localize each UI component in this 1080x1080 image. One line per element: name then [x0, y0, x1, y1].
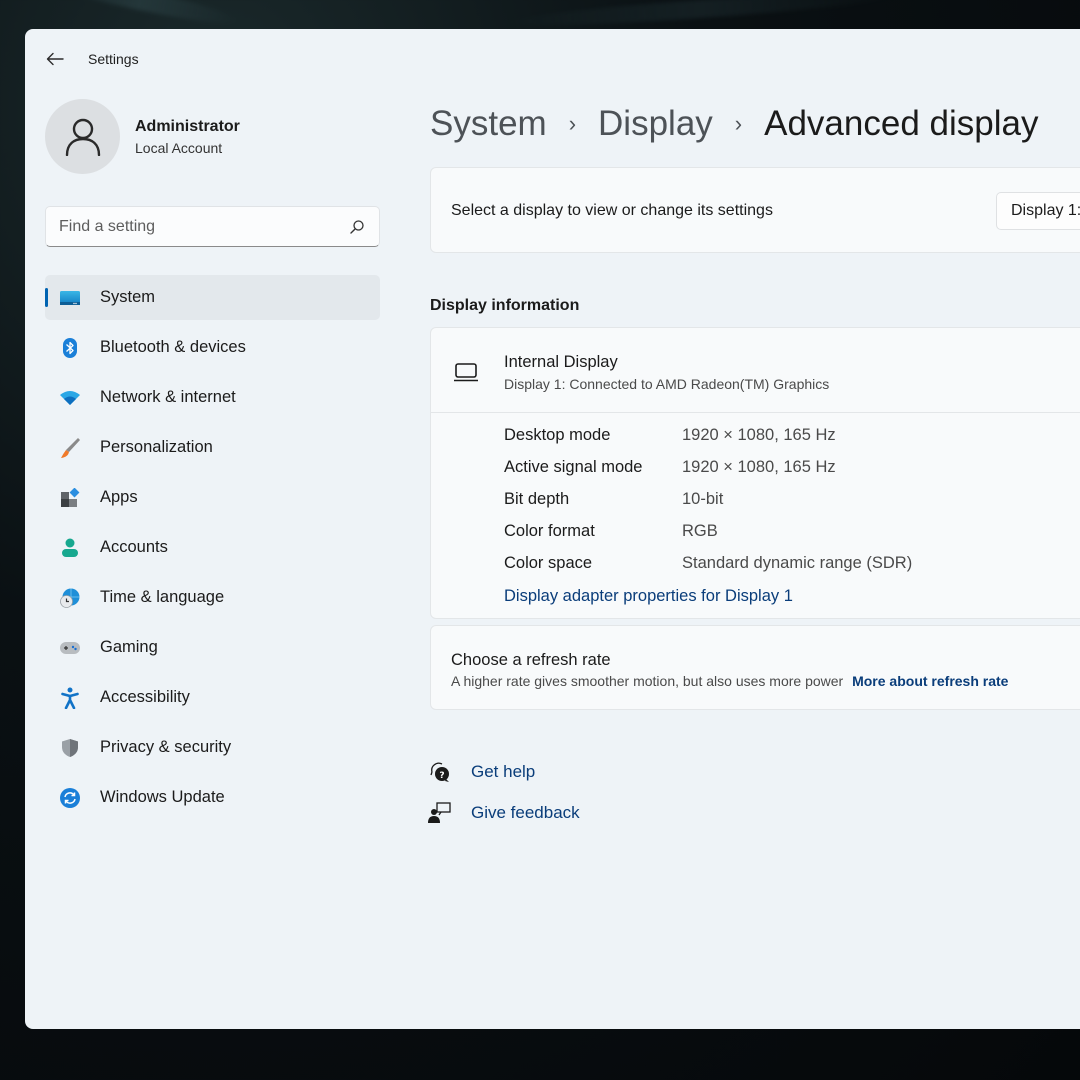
sidebar-item-label: Accounts [100, 538, 168, 556]
sidebar-item-label: Windows Update [100, 788, 225, 806]
sidebar-item-label: Network & internet [100, 388, 236, 406]
breadcrumb-display[interactable]: Display [598, 104, 713, 144]
profile-account-type: Local Account [135, 140, 223, 156]
select-display-card: Select a display to view or change its s… [430, 167, 1080, 253]
give-feedback-label: Give feedback [471, 802, 580, 822]
sidebar-item-label: Time & language [100, 588, 225, 606]
bluetooth-icon [59, 337, 81, 359]
settings-window: Settings Administrator Local Account Fin… [25, 29, 1080, 1029]
wifi-icon [59, 387, 81, 409]
person-icon [59, 537, 81, 559]
shield-icon [59, 737, 81, 759]
search-box[interactable] [45, 206, 380, 247]
sidebar-item-label: Personalization [100, 438, 213, 456]
sidebar-item-personalization[interactable]: Personalization [45, 425, 380, 470]
sidebar-item-privacy-security[interactable]: Privacy & security [45, 725, 380, 770]
sync-icon [59, 787, 81, 809]
get-help-icon: ? [430, 762, 449, 782]
sidebar-item-system[interactable]: System [45, 275, 380, 320]
wallpaper-streak [40, 0, 240, 31]
breadcrumb-system[interactable]: System [430, 104, 547, 144]
monitor-icon [59, 287, 81, 309]
info-value: Standard dynamic range (SDR) [682, 554, 913, 572]
info-value: 1920 × 1080, 165 Hz [682, 426, 836, 444]
sidebar-item-label: Bluetooth & devices [100, 338, 246, 356]
display-dropdown[interactable]: Display 1: Internal Display [996, 192, 1080, 230]
info-key: Active signal mode [504, 458, 643, 476]
info-value: 1920 × 1080, 165 Hz [682, 458, 836, 476]
title-bar: Settings [25, 29, 1080, 89]
display-connection: Display 1: Connected to AMD Radeon(TM) G… [504, 376, 830, 392]
paintbrush-icon [59, 437, 81, 459]
search-icon[interactable] [349, 219, 365, 235]
info-key: Color format [504, 522, 595, 540]
display-adapter-properties-link[interactable]: Display adapter properties for Display 1 [504, 587, 793, 606]
back-button[interactable] [41, 47, 69, 71]
sidebar-nav: System Bluetooth & devices Network & int… [45, 275, 380, 825]
profile-name: Administrator [135, 118, 240, 135]
info-key: Bit depth [504, 490, 570, 508]
globe-clock-icon [59, 587, 81, 609]
sidebar-item-bluetooth[interactable]: Bluetooth & devices [45, 325, 380, 370]
info-value: RGB [682, 522, 718, 540]
apps-icon [59, 487, 81, 509]
sidebar-item-windows-update[interactable]: Windows Update [45, 775, 380, 820]
search-input[interactable] [46, 207, 379, 246]
section-title-display-information: Display information [430, 297, 580, 314]
refresh-rate-card: Choose a refresh rate A higher rate give… [430, 625, 1080, 710]
sidebar-item-label: System [100, 288, 156, 306]
sidebar-item-accessibility[interactable]: Accessibility [45, 675, 380, 720]
back-arrow-icon [46, 52, 64, 66]
chevron-right-icon: › [568, 111, 577, 136]
select-display-label: Select a display to view or change its s… [451, 202, 773, 219]
sidebar-item-label: Gaming [100, 638, 158, 656]
wallpaper-streak [499, 0, 901, 32]
refresh-rate-description: A higher rate gives smoother motion, but… [451, 673, 844, 689]
sidebar-item-label: Accessibility [100, 688, 190, 706]
accessibility-icon [59, 687, 81, 709]
page-title: Advanced display [764, 104, 1039, 143]
sidebar-item-apps[interactable]: Apps [45, 475, 380, 520]
gamepad-icon [59, 637, 81, 659]
get-help-label: Get help [471, 761, 536, 781]
give-feedback-icon [428, 802, 451, 823]
refresh-rate-description-row: A higher rate gives smoother motion, but… [451, 673, 1008, 689]
more-about-refresh-rate-link[interactable]: More about refresh rate [852, 673, 1008, 689]
refresh-rate-title: Choose a refresh rate [451, 651, 611, 669]
app-title: Settings [88, 51, 139, 67]
svg-text:?: ? [439, 771, 444, 781]
sidebar-item-network[interactable]: Network & internet [45, 375, 380, 420]
sidebar-item-label: Apps [100, 488, 138, 506]
sidebar-item-accounts[interactable]: Accounts [45, 525, 380, 570]
sidebar-item-label: Privacy & security [100, 738, 232, 756]
breadcrumb: System › Display › Advanced display [430, 99, 1038, 149]
display-name: Internal Display [504, 353, 618, 371]
user-icon [65, 118, 100, 156]
display-information-card: Internal Display Display 1: Connected to… [430, 327, 1080, 619]
info-key: Color space [504, 554, 593, 572]
sidebar-item-time-language[interactable]: Time & language [45, 575, 380, 620]
chevron-right-icon: › [734, 111, 743, 136]
laptop-icon [454, 363, 478, 382]
sidebar-item-gaming[interactable]: Gaming [45, 625, 380, 670]
avatar[interactable] [45, 99, 120, 174]
display-information-header: Internal Display Display 1: Connected to… [431, 328, 1080, 413]
info-key: Desktop mode [504, 426, 611, 444]
info-value: 10-bit [682, 490, 724, 508]
